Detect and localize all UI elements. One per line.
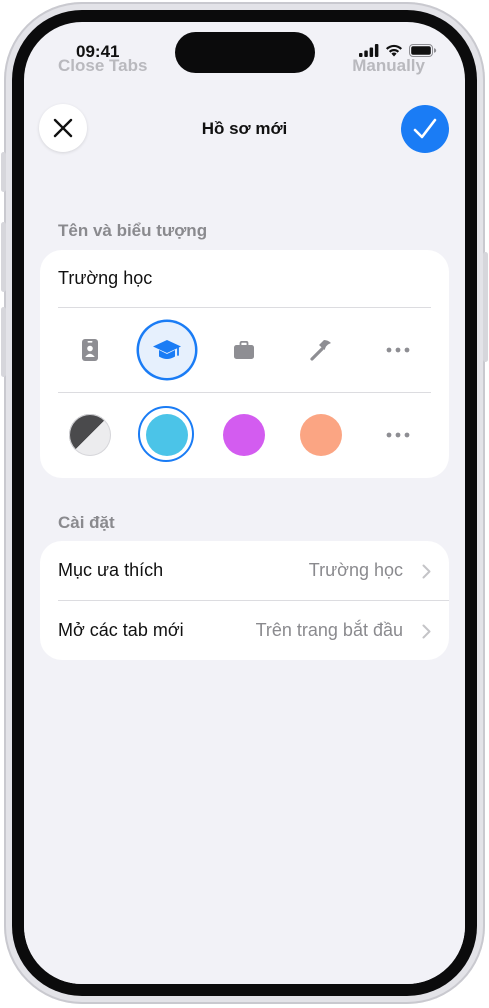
color-option-cyan[interactable] bbox=[146, 414, 188, 456]
favorites-value: Trường học bbox=[308, 560, 403, 580]
action-button bbox=[1, 152, 6, 192]
cellular-signal-icon bbox=[359, 44, 379, 57]
name-section-header: Tên và biểu tượng bbox=[58, 221, 208, 240]
id-badge-icon bbox=[82, 339, 98, 361]
wifi-icon bbox=[386, 44, 402, 57]
graduation-cap-icon bbox=[153, 340, 181, 359]
divider bbox=[58, 392, 431, 393]
battery-icon bbox=[409, 44, 437, 57]
status-icons bbox=[359, 44, 437, 57]
name-icon-card: Trường học bbox=[40, 250, 449, 478]
dynamic-island bbox=[175, 32, 315, 73]
done-button[interactable] bbox=[401, 105, 449, 153]
color-option-purple[interactable] bbox=[223, 414, 265, 456]
screen: Close Tabs Manually 09:41 Hồ sơ mới Tên … bbox=[24, 22, 465, 984]
color-option-dark[interactable] bbox=[69, 414, 111, 456]
icon-option-briefcase[interactable] bbox=[216, 322, 272, 378]
briefcase-icon bbox=[234, 341, 254, 359]
hammer-icon bbox=[310, 340, 331, 361]
status-time: 09:41 bbox=[76, 42, 120, 61]
profile-name-input[interactable]: Trường học bbox=[58, 268, 152, 289]
open-new-tabs-label: Mở các tab mới bbox=[58, 620, 184, 640]
volume-down-button bbox=[1, 307, 6, 377]
more-icon bbox=[386, 432, 410, 438]
icon-option-more[interactable] bbox=[370, 322, 426, 378]
more-icon bbox=[386, 347, 410, 353]
divider bbox=[58, 307, 431, 308]
color-option-orange[interactable] bbox=[300, 414, 342, 456]
new-profile-sheet: Hồ sơ mới Tên và biểu tượng Trường học C… bbox=[24, 88, 465, 984]
icon-option-graduation-cap[interactable] bbox=[139, 322, 195, 378]
power-button bbox=[483, 252, 488, 362]
settings-row-favorites[interactable]: Mục ưa thích Trường học bbox=[40, 541, 449, 600]
icon-option-id-badge[interactable] bbox=[62, 322, 118, 378]
favorites-label: Mục ưa thích bbox=[58, 560, 164, 580]
settings-row-open-new-tabs[interactable]: Mở các tab mới Trên trang bắt đầu bbox=[40, 601, 449, 660]
chevron-right-icon bbox=[422, 624, 431, 639]
open-new-tabs-value: Trên trang bắt đầu bbox=[255, 620, 403, 640]
volume-up-button bbox=[1, 222, 6, 292]
settings-section-header: Cài đặt bbox=[58, 513, 115, 532]
settings-card: Mục ưa thích Trường học Mở các tab mới T… bbox=[40, 541, 449, 660]
chevron-right-icon bbox=[422, 564, 431, 579]
icon-option-hammer[interactable] bbox=[293, 322, 349, 378]
checkmark-icon bbox=[413, 118, 437, 139]
page-title: Hồ sơ mới bbox=[201, 119, 288, 138]
color-option-more[interactable] bbox=[370, 407, 426, 463]
background-manually-text: Manually bbox=[352, 56, 425, 75]
